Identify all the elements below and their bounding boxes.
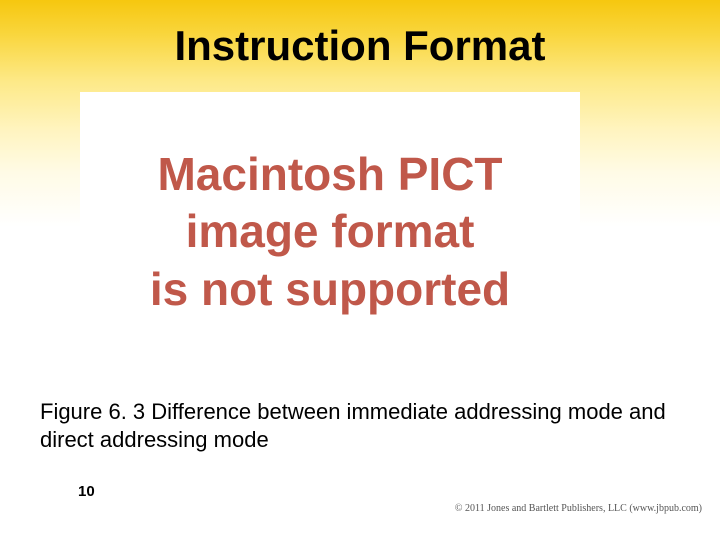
page-number: 10 — [78, 483, 95, 500]
slide-title: Instruction Format — [0, 22, 720, 70]
copyright-notice: © 2011 Jones and Bartlett Publishers, LL… — [451, 503, 702, 514]
copyright-text: © 2011 Jones and Bartlett Publishers, LL… — [455, 503, 702, 514]
pict-placeholder-line-3: is not supported — [150, 261, 510, 319]
figure-caption: Figure 6. 3 Difference between immediate… — [40, 398, 680, 453]
pict-placeholder-line-1: Macintosh PICT — [157, 146, 502, 204]
slide: Instruction Format Macintosh PICT image … — [0, 0, 720, 540]
pict-placeholder: Macintosh PICT image format is not suppo… — [80, 92, 580, 372]
pict-placeholder-line-2: image format — [186, 203, 475, 261]
